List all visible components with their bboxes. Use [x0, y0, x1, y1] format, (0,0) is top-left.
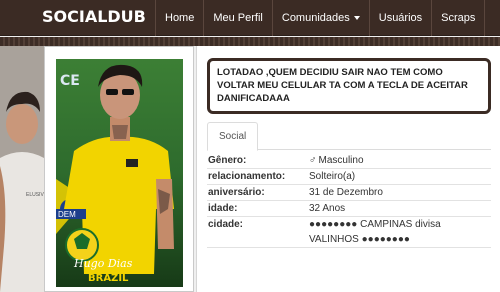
social-info-table: Gênero: ♂ Masculino relacionamento: Solte…: [207, 153, 491, 248]
city-label: cidade:: [208, 219, 244, 230]
main-nav: Home Meu Perfil Comunidades Usuários Scr…: [155, 0, 486, 36]
caret-down-icon: [353, 16, 360, 21]
nav-users-label: Usuários: [378, 12, 423, 24]
city-value: ●●●●●●●● CAMPINAS divisa VALINHOS ●●●●●●…: [309, 219, 441, 245]
nav-scraps-label: Scraps: [441, 12, 476, 24]
photo-caption-name: Hugo Dias: [73, 257, 133, 270]
background-person-image: ELUSIVE: [0, 46, 44, 292]
nav-my-profile-label: Meu Perfil: [213, 12, 263, 24]
tab-social-label: Social: [219, 131, 247, 142]
top-navbar: SOCIALDUB Home Meu Perfil Comunidades Us…: [0, 0, 500, 36]
nav-my-profile[interactable]: Meu Perfil: [203, 0, 272, 36]
background-photo: ELUSIVE: [0, 46, 44, 292]
relationship-label: relacionamento:: [208, 171, 286, 182]
profile-photo[interactable]: CE DEM Hugo Dias BRAZIL: [56, 59, 183, 287]
age-label: idade:: [208, 203, 238, 214]
brand-logo[interactable]: SOCIALDUB: [42, 7, 146, 26]
nav-communities-dropdown[interactable]: Comunidades: [271, 0, 369, 36]
decorative-stripe: [0, 37, 500, 46]
status-message: LOTADAO ,QUEM DECIDIU SAIR NAO TEM COMO …: [207, 58, 491, 114]
profile-card: CE DEM Hugo Dias BRAZIL: [44, 46, 194, 292]
nav-home[interactable]: Home: [155, 0, 203, 36]
profile-photo-image: CE DEM Hugo Dias BRAZIL: [56, 59, 183, 287]
nav-scraps[interactable]: Scraps: [431, 0, 486, 36]
tab-social[interactable]: Social: [207, 122, 259, 151]
relationship-value: Solteiro(a): [309, 171, 356, 182]
profile-tabs: Social: [207, 122, 491, 151]
info-row-gender: Gênero: ♂ Masculino: [207, 153, 491, 169]
info-row-city: cidade: ●●●●●●●● CAMPINAS divisa VALINHO…: [207, 217, 491, 248]
photo-caption-country: BRAZIL: [88, 273, 129, 284]
age-value: 32 Anos: [309, 203, 346, 214]
gender-value: Masculino: [318, 155, 364, 166]
photo-logo-text: CE: [60, 73, 80, 89]
info-row-age: idade: 32 Anos: [207, 201, 491, 217]
profile-info-panel: LOTADAO ,QUEM DECIDIU SAIR NAO TEM COMO …: [196, 46, 500, 292]
photo-shirt-text: DEM: [58, 210, 76, 219]
nav-communities-label: Comunidades: [281, 12, 350, 24]
info-row-birthday: aniversário: 31 de Dezembro: [207, 185, 491, 201]
info-row-relationship: relacionamento: Solteiro(a): [207, 169, 491, 185]
gender-label: Gênero:: [208, 155, 247, 166]
nav-users[interactable]: Usuários: [368, 0, 431, 36]
svg-text:ELUSIVE: ELUSIVE: [26, 192, 44, 198]
male-gender-icon: ♂: [309, 155, 317, 166]
birthday-label: aniversário:: [208, 187, 265, 198]
birthday-value: 31 de Dezembro: [309, 187, 383, 198]
nav-home-label: Home: [165, 12, 195, 24]
gender-value-cell: ♂ Masculino: [309, 153, 491, 168]
